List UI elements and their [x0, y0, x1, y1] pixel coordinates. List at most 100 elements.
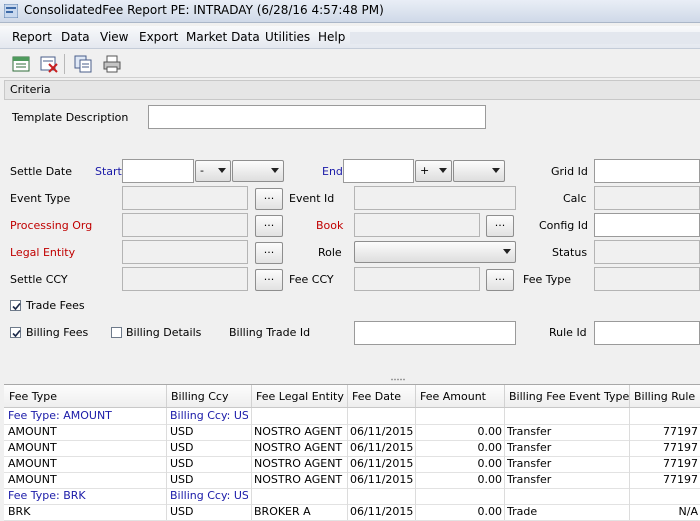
- table-cell: Transfer: [507, 457, 552, 470]
- book-input[interactable]: [354, 213, 480, 237]
- table-cell: USD: [170, 425, 194, 438]
- print-icon[interactable]: [101, 53, 123, 75]
- table-cell: 77197: [663, 425, 698, 438]
- chevron-down-icon: [503, 249, 511, 254]
- status-label: Status: [552, 246, 588, 259]
- billing-fees-checkbox[interactable]: [10, 327, 21, 338]
- window-title: ConsolidatedFee Report PE: INTRADAY (6/2…: [24, 3, 384, 17]
- end-offset-select[interactable]: [453, 160, 505, 182]
- splitter-handle[interactable]: [390, 378, 406, 381]
- menu-export[interactable]: Export: [139, 30, 178, 44]
- table-cell: Transfer: [507, 425, 552, 438]
- table-cell: 0.00: [477, 473, 503, 486]
- column-header-fee-legal-entity[interactable]: Fee Legal Entity: [256, 390, 344, 403]
- table-cell: USD: [170, 505, 194, 518]
- menu-market-data[interactable]: Market Data: [186, 30, 260, 44]
- start-date-input[interactable]: [122, 159, 194, 183]
- table-group-row[interactable]: Fee Type: AMOUNT Billing Ccy: USD: [4, 408, 700, 425]
- table-cell: 06/11/2015: [350, 505, 413, 518]
- column-header-billing-ccy[interactable]: Billing Ccy: [171, 390, 228, 403]
- start-sign-select[interactable]: -: [195, 160, 231, 182]
- event-type-browse-button[interactable]: ...: [255, 188, 283, 210]
- chevron-down-icon: [218, 168, 226, 173]
- book-browse-button[interactable]: ...: [486, 215, 514, 237]
- calc-input[interactable]: [594, 186, 700, 210]
- menu-help[interactable]: Help: [318, 30, 345, 44]
- billing-details-checkbox[interactable]: [111, 327, 122, 338]
- column-header-fee-type[interactable]: Fee Type: [9, 390, 57, 403]
- table-cell: 77197: [663, 457, 698, 470]
- table-cell: 0.00: [477, 425, 503, 438]
- column-header-fee-amount[interactable]: Fee Amount: [420, 390, 486, 403]
- table-cell: AMOUNT: [8, 425, 57, 438]
- fee-ccy-label: Fee CCY: [289, 273, 334, 286]
- rule-id-input[interactable]: [594, 321, 700, 345]
- event-id-input[interactable]: [354, 186, 516, 210]
- toolbar-separator: [64, 54, 65, 74]
- status-input[interactable]: [594, 240, 700, 264]
- start-label: Start: [95, 165, 122, 178]
- menu-utilities[interactable]: Utilities: [265, 30, 310, 44]
- table-cell: NOSTRO AGENT: [254, 473, 343, 486]
- template-description-label: Template Description: [12, 111, 129, 124]
- table-cell: 06/11/2015: [350, 473, 413, 486]
- settle-date-label: Settle Date: [10, 165, 72, 178]
- menu-bar-fill: [350, 32, 700, 44]
- config-id-input[interactable]: [594, 213, 700, 237]
- table-cell: Billing Ccy: USD: [170, 489, 248, 502]
- rule-id-label: Rule Id: [549, 326, 587, 339]
- event-type-input[interactable]: [122, 186, 248, 210]
- table-row[interactable]: BRK USD BROKER A 06/11/2015 0.00 Trade N/A: [4, 504, 700, 521]
- copy-icon[interactable]: [72, 53, 94, 75]
- table-row[interactable]: AMOUNT USD NOSTRO AGENT 06/11/2015 0.00 Trans…: [4, 456, 700, 473]
- processing-org-browse-button[interactable]: ...: [255, 215, 283, 237]
- delete-report-icon[interactable]: [38, 53, 60, 75]
- fee-ccy-browse-button[interactable]: ...: [486, 269, 514, 291]
- event-id-label: Event Id: [289, 192, 335, 205]
- table-cell: USD: [170, 441, 194, 454]
- end-label: End: [322, 165, 343, 178]
- template-description-input[interactable]: [148, 105, 486, 129]
- table-cell: USD: [170, 457, 194, 470]
- legal-entity-input[interactable]: [122, 240, 248, 264]
- legal-entity-browse-button[interactable]: ...: [255, 242, 283, 264]
- table-row[interactable]: AMOUNT USD NOSTRO AGENT 06/11/2015 0.00 Trans…: [4, 472, 700, 489]
- table-cell: N/A: [678, 505, 698, 518]
- grid-id-input[interactable]: [594, 159, 700, 183]
- table-cell: AMOUNT: [8, 473, 57, 486]
- column-header-billing-fee-event-type[interactable]: Billing Fee Event Type: [509, 390, 629, 403]
- menu-data[interactable]: Data: [61, 30, 90, 44]
- role-label: Role: [318, 246, 342, 259]
- billing-details-label: Billing Details: [126, 326, 202, 339]
- criteria-title: Criteria: [10, 83, 51, 96]
- table-cell: NOSTRO AGENT: [254, 425, 343, 438]
- settle-ccy-browse-button[interactable]: ...: [255, 269, 283, 291]
- table-cell: Trade: [507, 505, 538, 518]
- table-cell: USD: [170, 473, 194, 486]
- title-bar: ConsolidatedFee Report PE: INTRADAY (6/2…: [0, 0, 700, 23]
- menu-view[interactable]: View: [100, 30, 128, 44]
- billing-trade-id-input[interactable]: [354, 321, 516, 345]
- column-header-billing-rule[interactable]: Billing Rule: [634, 390, 695, 403]
- toolbar: [0, 50, 700, 78]
- start-offset-select[interactable]: [232, 160, 284, 182]
- new-report-icon[interactable]: [10, 53, 32, 75]
- end-date-input[interactable]: [343, 159, 414, 183]
- table-cell: AMOUNT: [8, 441, 57, 454]
- table-row[interactable]: AMOUNT USD NOSTRO AGENT 06/11/2015 0.00 Trans…: [4, 440, 700, 457]
- table-cell: AMOUNT: [8, 457, 57, 470]
- end-sign-select[interactable]: +: [415, 160, 452, 182]
- menu-report[interactable]: Report: [12, 30, 52, 44]
- fee-type-input[interactable]: [594, 267, 700, 291]
- table-group-row[interactable]: Fee Type: BRK Billing Ccy: USD: [4, 488, 700, 505]
- billing-fees-label: Billing Fees: [26, 326, 89, 339]
- settle-ccy-input[interactable]: [122, 267, 248, 291]
- table-row[interactable]: AMOUNT USD NOSTRO AGENT 06/11/2015 0.00 Trans…: [4, 424, 700, 441]
- processing-org-input[interactable]: [122, 213, 248, 237]
- column-header-fee-date[interactable]: Fee Date: [352, 390, 401, 403]
- table-cell: NOSTRO AGENT: [254, 457, 343, 470]
- fee-ccy-input[interactable]: [354, 267, 480, 291]
- role-select[interactable]: [354, 241, 516, 263]
- criteria-header[interactable]: Criteria: [4, 80, 700, 100]
- trade-fees-checkbox[interactable]: [10, 300, 21, 311]
